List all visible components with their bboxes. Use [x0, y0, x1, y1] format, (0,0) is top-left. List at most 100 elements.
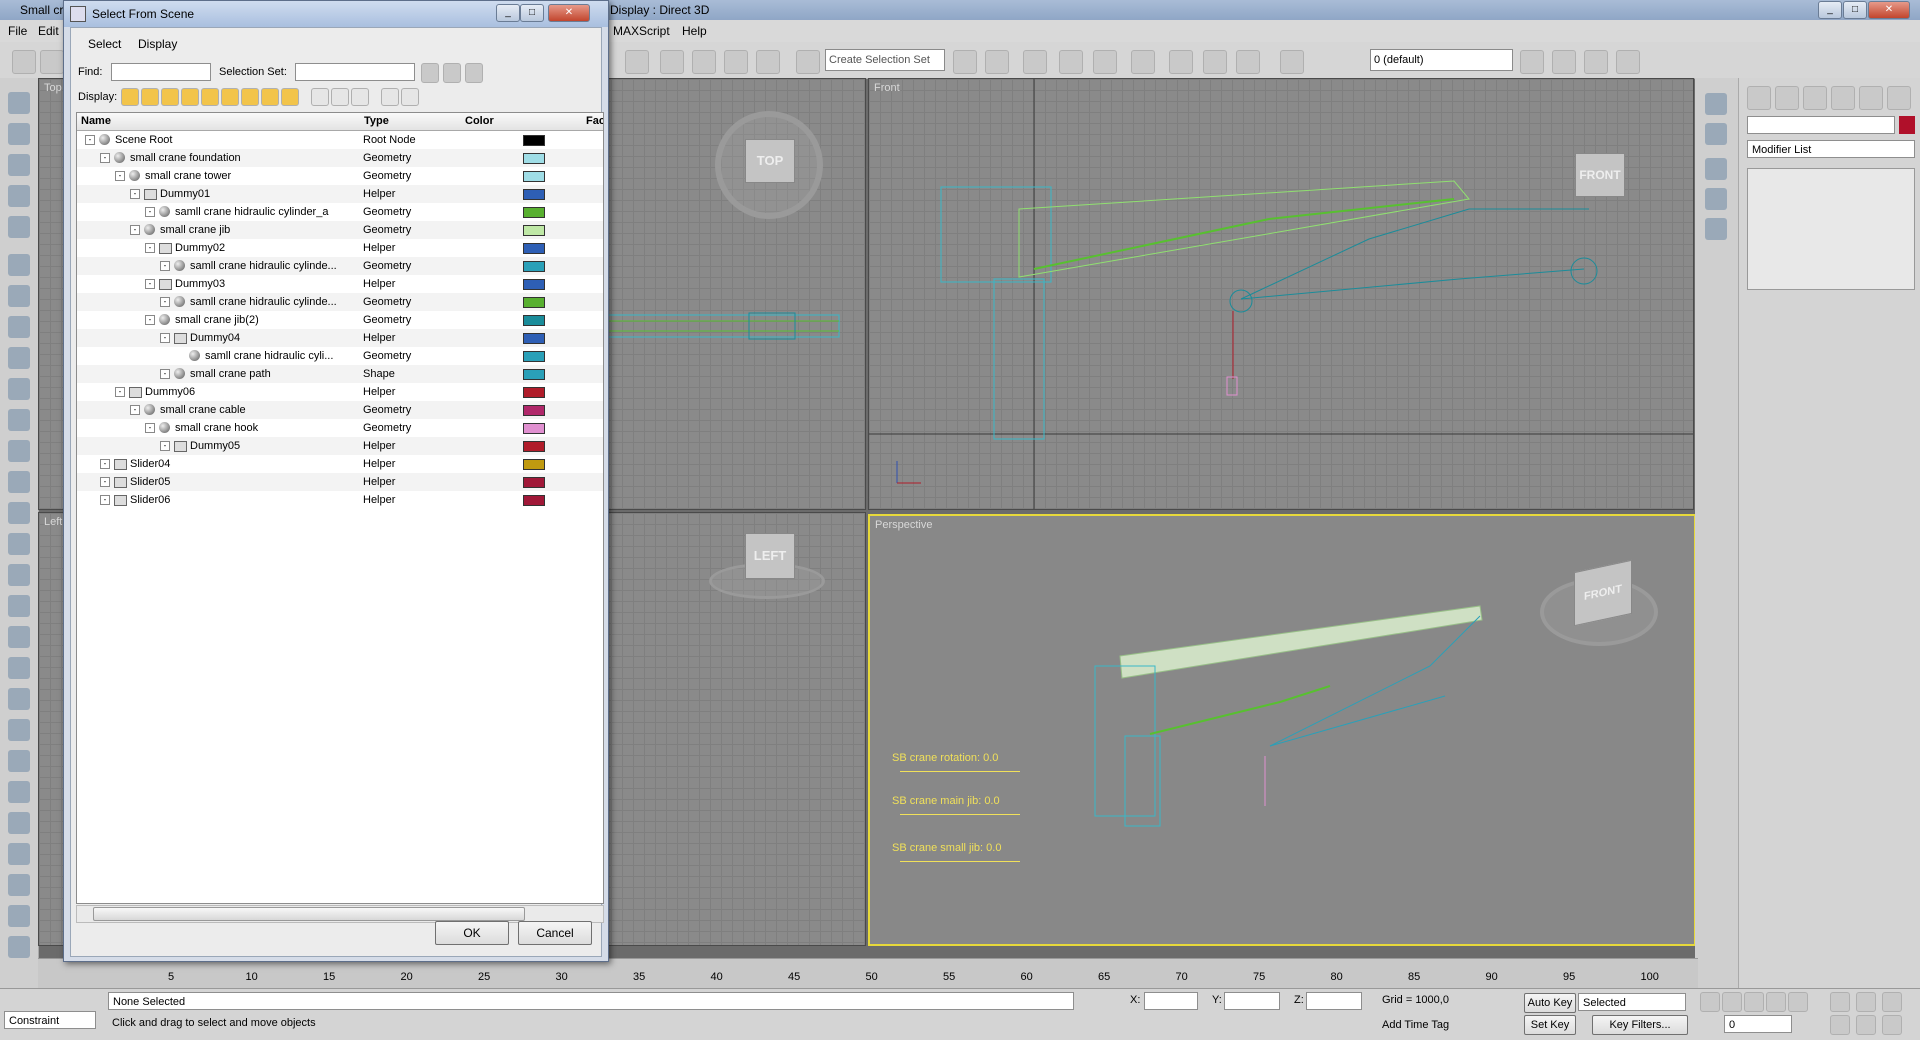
filter-display-none-icon[interactable]: [331, 88, 349, 106]
table-row[interactable]: - samll crane hidraulic cylinde... Geometr…: [77, 257, 603, 275]
motion-icon[interactable]: [8, 688, 30, 710]
book-icon[interactable]: [1705, 218, 1727, 240]
filter-space-warps-icon[interactable]: [221, 88, 239, 106]
slider-rotation-track[interactable]: [900, 771, 1020, 772]
expand-toggle-icon[interactable]: -: [145, 315, 155, 325]
select-object-icon[interactable]: [625, 50, 649, 74]
table-row[interactable]: - small crane cable Geometry: [77, 401, 603, 419]
render-setup-icon[interactable]: [1169, 50, 1193, 74]
tools-icon[interactable]: [1705, 123, 1727, 145]
modifier-icon[interactable]: [8, 626, 30, 648]
system-icon[interactable]: [8, 564, 30, 586]
utilities-icon[interactable]: [8, 750, 30, 772]
next-frame-icon[interactable]: [1766, 992, 1786, 1012]
expand-toggle-icon[interactable]: -: [160, 441, 170, 451]
table-row[interactable]: - Dummy06 Helper: [77, 383, 603, 401]
table-row[interactable]: - Dummy01 Helper: [77, 185, 603, 203]
filter-lights-icon[interactable]: [161, 88, 179, 106]
space-warp-icon[interactable]: [8, 533, 30, 555]
expand-toggle-icon[interactable]: -: [100, 495, 110, 505]
y-coordinate-field[interactable]: [1224, 992, 1280, 1010]
expand-toggle-icon[interactable]: -: [160, 297, 170, 307]
close-icon[interactable]: ✕: [1868, 1, 1910, 19]
select-in-layer-icon[interactable]: [1616, 50, 1640, 74]
bone-icon[interactable]: [8, 409, 30, 431]
capsule-icon[interactable]: [8, 781, 30, 803]
selection-set-dropdown[interactable]: [295, 63, 415, 81]
expand-toggle-icon[interactable]: -: [145, 279, 155, 289]
table-row[interactable]: - small crane path Shape: [77, 365, 603, 383]
expand-toggle-icon[interactable]: -: [160, 261, 170, 271]
x-coordinate-field[interactable]: [1144, 992, 1198, 1010]
table-row[interactable]: - samll crane hidraulic cylinder_a Geometr…: [77, 203, 603, 221]
expand-toggle-icon[interactable]: -: [160, 369, 170, 379]
menu-maxscript[interactable]: MAXScript: [613, 24, 670, 38]
render-icon[interactable]: [1236, 50, 1260, 74]
monitor-icon[interactable]: [1705, 188, 1727, 210]
filter-display-invert-icon[interactable]: [351, 88, 369, 106]
table-row[interactable]: - small crane hook Geometry: [77, 419, 603, 437]
scene-explorer-icon[interactable]: [1705, 158, 1727, 180]
create-cone-icon[interactable]: [8, 185, 30, 207]
motion-tab-icon[interactable]: [1831, 86, 1855, 110]
table-row[interactable]: - small crane jib Geometry: [77, 221, 603, 239]
create-sphere-icon[interactable]: [8, 154, 30, 176]
schematic-view-icon[interactable]: [1093, 50, 1117, 74]
expand-toggle-icon[interactable]: -: [130, 405, 140, 415]
create-stack-icon[interactable]: [8, 285, 30, 307]
hierarchy-tab-icon[interactable]: [1803, 86, 1827, 110]
orbit-icon[interactable]: [1882, 1015, 1902, 1035]
create-plane-icon[interactable]: [8, 254, 30, 276]
expand-toggle-icon[interactable]: -: [145, 207, 155, 217]
table-row[interactable]: - Slider06 Helper: [77, 491, 603, 509]
go-to-end-icon[interactable]: [1788, 992, 1808, 1012]
layer-manager-icon[interactable]: [1023, 50, 1047, 74]
helper-icon[interactable]: [8, 595, 30, 617]
modify-tab-icon[interactable]: [1775, 86, 1799, 110]
hierarchy-icon[interactable]: [8, 657, 30, 679]
create-tab-icon[interactable]: [1747, 86, 1771, 110]
pan-icon[interactable]: [1856, 1015, 1876, 1035]
filter-bones-icon[interactable]: [281, 88, 299, 106]
filter-cameras-icon[interactable]: [181, 88, 199, 106]
display-tab-icon[interactable]: [1859, 86, 1883, 110]
expand-toggle-icon[interactable]: -: [130, 189, 140, 199]
create-cylinder-icon[interactable]: [8, 123, 30, 145]
dialog-close-icon[interactable]: ✕: [548, 4, 590, 22]
cancel-button[interactable]: Cancel: [518, 921, 592, 945]
clipboard-icon[interactable]: [8, 874, 30, 896]
manage-layers-icon[interactable]: [1520, 50, 1544, 74]
ik-icon[interactable]: [8, 440, 30, 462]
expand-toggle-icon[interactable]: -: [100, 477, 110, 487]
column-type[interactable]: Type: [364, 115, 389, 127]
table-row[interactable]: - Dummy03 Helper: [77, 275, 603, 293]
filter-xrefs-icon[interactable]: [261, 88, 279, 106]
expand-toggle-icon[interactable]: -: [115, 387, 125, 397]
torus-icon[interactable]: [8, 843, 30, 865]
align-icon[interactable]: [985, 50, 1009, 74]
filter-shapes-icon[interactable]: [141, 88, 159, 106]
play-icon[interactable]: [1744, 992, 1764, 1012]
auto-key-button[interactable]: Auto Key: [1524, 993, 1576, 1013]
zoom-icon[interactable]: [1830, 992, 1850, 1012]
expand-toggle-icon[interactable]: -: [145, 423, 155, 433]
filter-display-all-icon[interactable]: [311, 88, 329, 106]
object-name-field[interactable]: [1747, 116, 1895, 134]
viewcube-left-face[interactable]: LEFT: [745, 533, 795, 579]
table-row[interactable]: - small crane tower Geometry: [77, 167, 603, 185]
menu-file[interactable]: File: [8, 24, 27, 38]
filter-hierarchy-icon[interactable]: [381, 88, 399, 106]
layer-icon[interactable]: [1280, 50, 1304, 74]
viewport-perspective[interactable]: Perspective FRONT SB crane rotation: 0.0…: [868, 514, 1696, 946]
table-row[interactable]: - Slider04 Helper: [77, 455, 603, 473]
curve-editor-icon[interactable]: [1059, 50, 1083, 74]
column-name[interactable]: Name: [81, 115, 111, 127]
table-row[interactable]: - Scene Root Root Node: [77, 131, 603, 149]
dialog-maximize-icon[interactable]: □: [520, 4, 544, 22]
zoom-all-icon[interactable]: [1856, 992, 1876, 1012]
menu-help[interactable]: Help: [682, 24, 707, 38]
table-row[interactable]: - Slider05 Helper: [77, 473, 603, 491]
filter-dependents-icon[interactable]: [401, 88, 419, 106]
line-tool-icon[interactable]: [8, 316, 30, 338]
scrollbar-thumb[interactable]: [93, 907, 525, 921]
